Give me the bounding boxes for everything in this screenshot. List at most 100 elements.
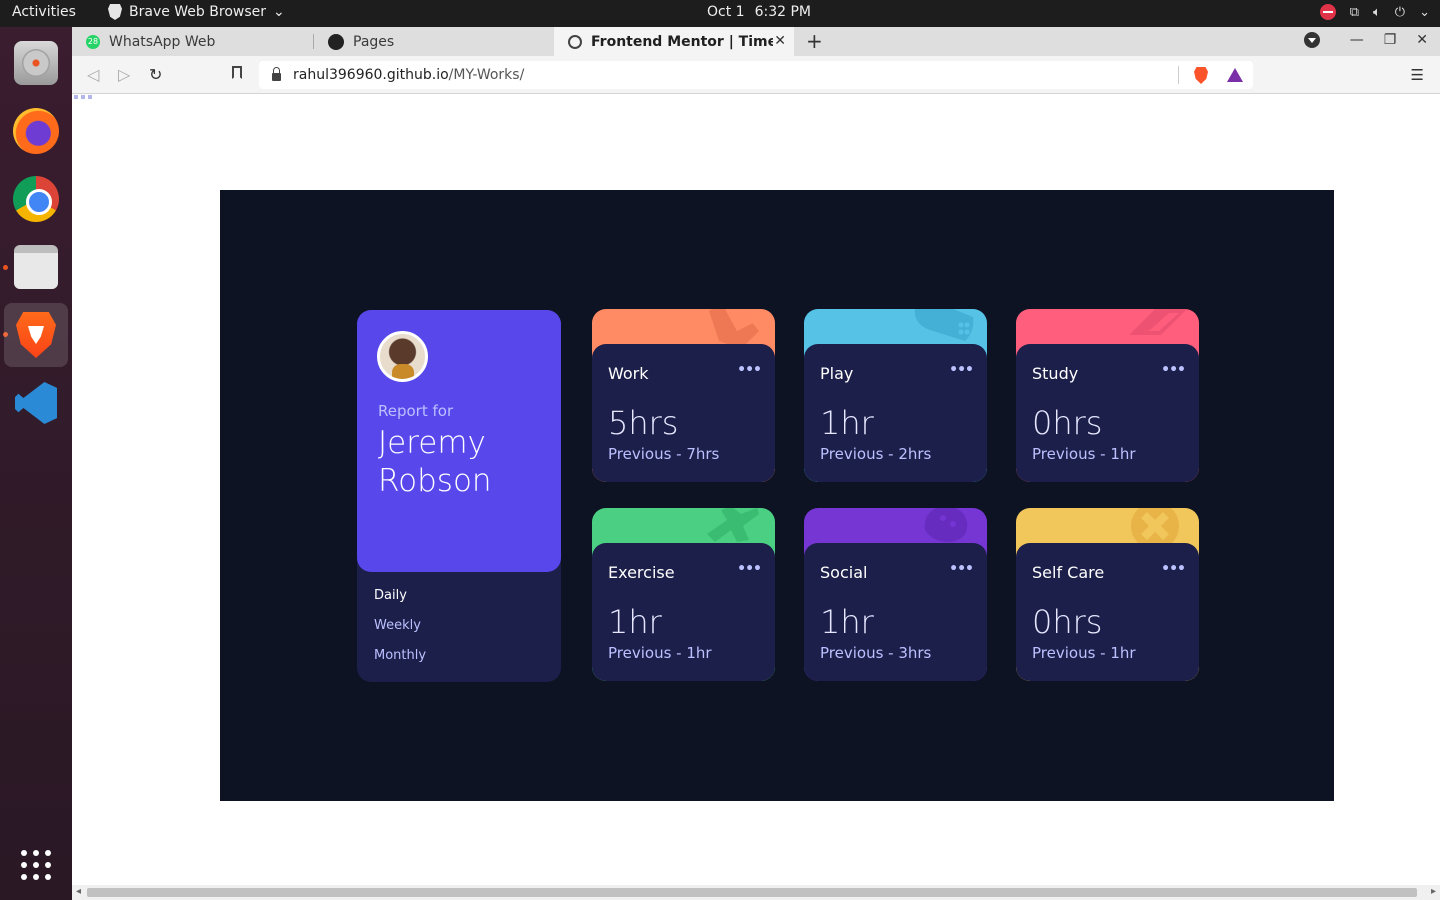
card-hours: 1hr [820,404,874,442]
dock-brave[interactable] [4,303,68,367]
more-options-icon[interactable]: ••• [949,362,974,378]
card-hours: 0hrs [1032,603,1103,641]
tab-frontend-mentor[interactable]: Frontend Mentor | Time tr ✕ [554,27,794,56]
more-options-icon[interactable]: ••• [737,561,762,577]
chevron-down-icon[interactable]: ⌄ [1419,5,1430,20]
tab-bar: 28 WhatsApp Web Pages Frontend Mentor | … [72,27,1440,56]
brave-shields-icon[interactable] [1194,67,1208,84]
chat-icon [924,508,968,542]
scrollbar-thumb[interactable] [87,888,1417,897]
gamepad-icon [914,309,974,341]
more-options-icon[interactable]: ••• [949,561,974,577]
card-title: Social [820,563,868,582]
card-previous: Previous - 2hrs [820,445,932,463]
browser-toolbar: ◁ ▷ ↻ rahul396960.github.io/MY-Works/ ☰ [72,56,1440,94]
activity-card-self-care: Self Care ••• 0hrs Previous - 1hr [1016,508,1199,681]
app-menu[interactable]: Brave Web Browser ⌄ [108,4,285,20]
period-monthly[interactable]: Monthly [374,648,426,663]
menu-icon[interactable]: ☰ [1411,66,1424,84]
brave-rewards-icon[interactable] [1227,68,1243,82]
tab-label: WhatsApp Web [109,33,216,50]
card-hours: 0hrs [1032,404,1103,442]
scroll-right-icon[interactable]: ▸ [1431,886,1436,897]
period-weekly[interactable]: Weekly [374,618,421,633]
clock[interactable]: Oct 1 6:32 PM [707,4,811,20]
network-icon[interactable]: ⧉ [1350,5,1359,20]
reload-button[interactable]: ↻ [149,65,162,84]
system-top-bar: Activities Brave Web Browser ⌄ Oct 1 6:3… [0,0,1440,27]
tab-pages[interactable]: Pages [314,27,554,56]
brave-icon [108,4,122,20]
card-previous: Previous - 3hrs [820,644,932,662]
report-for-label: Report for [378,402,454,420]
card-title: Self Care [1032,563,1105,582]
activities-button[interactable]: Activities [12,4,76,20]
activity-card-play: Play ••• 1hr Previous - 2hrs [804,309,987,482]
app-grid-icon [21,850,51,880]
dock-chrome[interactable] [4,167,68,231]
system-tray[interactable]: ⧉ 🔈︎ ⏻ ⌄ [1319,4,1430,20]
bookmark-icon[interactable] [232,66,242,79]
profile-header: Report for Jeremy Robson [357,310,561,572]
activity-card-social: Social ••• 1hr Previous - 3hrs [804,508,987,681]
address-bar[interactable]: rahul396960.github.io/MY-Works/ [259,61,1253,89]
lock-icon[interactable] [272,67,281,81]
minimize-button[interactable]: — [1350,32,1364,48]
brave-icon [16,312,56,358]
card-previous: Previous - 1hr [608,644,712,662]
firefox-icon [13,108,59,154]
dock-disk-utility[interactable] [4,31,68,95]
dock [0,27,72,900]
url-path: /MY-Works/ [448,67,525,83]
divider [1178,66,1179,84]
app-menu-label: Brave Web Browser [129,4,266,20]
activity-card-exercise: Exercise ••• 1hr Previous - 1hr [592,508,775,681]
power-icon[interactable]: ⏻ [1395,5,1405,20]
dock-firefox[interactable] [4,99,68,163]
dots-decoration [74,95,92,99]
card-panel[interactable]: Self Care ••• 0hrs Previous - 1hr [1016,543,1199,681]
volume-icon[interactable]: 🔈︎ [1373,5,1381,20]
horizontal-scrollbar[interactable]: ◂ ▸ [72,885,1440,900]
window-controls: — ❐ ✕ [1303,32,1428,48]
card-panel[interactable]: Social ••• 1hr Previous - 3hrs [804,543,987,681]
forward-button[interactable]: ▷ [118,65,130,84]
clock-time: 6:32 PM [754,4,811,20]
card-hours: 1hr [608,603,662,641]
close-tab-icon[interactable]: ✕ [774,33,786,49]
dock-vscode[interactable] [4,371,68,435]
card-title: Exercise [608,563,675,582]
card-panel[interactable]: Play ••• 1hr Previous - 2hrs [804,344,987,482]
activity-card-study: Study ••• 0hrs Previous - 1hr [1016,309,1199,482]
avatar [377,331,428,382]
back-button[interactable]: ◁ [87,65,99,84]
do-not-disturb-icon[interactable] [1319,4,1336,20]
url-host: rahul396960.github.io [293,67,449,83]
maximize-button[interactable]: ❐ [1384,32,1397,48]
card-panel[interactable]: Study ••• 0hrs Previous - 1hr [1016,344,1199,482]
new-tab-button[interactable]: + [806,29,823,53]
close-window-button[interactable]: ✕ [1416,32,1428,48]
folder-icon [14,245,58,289]
vscode-icon [15,382,57,424]
chevron-down-icon: ⌄ [273,4,285,20]
card-hours: 5hrs [608,404,679,442]
card-panel[interactable]: Exercise ••• 1hr Previous - 1hr [592,543,775,681]
clock-date: Oct 1 [707,4,745,20]
card-panel[interactable]: Work ••• 5hrs Previous - 7hrs [592,344,775,482]
downloads-icon[interactable] [1303,32,1320,48]
profile-card: Report for Jeremy Robson Daily Weekly Mo… [357,310,561,682]
period-daily[interactable]: Daily [374,588,407,603]
book-icon [1129,309,1187,335]
scroll-left-icon[interactable]: ◂ [76,886,81,897]
more-options-icon[interactable]: ••• [1161,561,1186,577]
tab-label: Pages [353,33,395,50]
card-hours: 1hr [820,603,874,641]
show-applications-button[interactable] [4,833,68,897]
activity-card-work: Work ••• 5hrs Previous - 7hrs [592,309,775,482]
tab-whatsapp[interactable]: 28 WhatsApp Web [72,27,312,56]
dock-files[interactable] [4,235,68,299]
more-options-icon[interactable]: ••• [737,362,762,378]
more-options-icon[interactable]: ••• [1161,362,1186,378]
user-name: Jeremy Robson [378,425,492,499]
